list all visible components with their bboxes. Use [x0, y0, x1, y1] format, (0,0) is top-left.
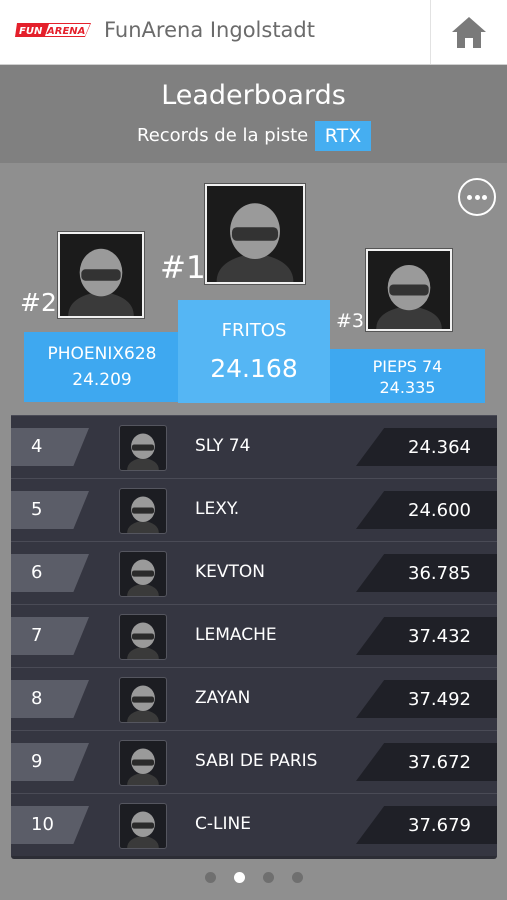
page-dot[interactable] [205, 872, 216, 883]
list-item[interactable]: 8 ZAYAN 37.492 [11, 667, 497, 730]
rank-badge: 5 [11, 491, 89, 529]
podium-third-rank: #3 [336, 310, 365, 332]
rank-badge: 7 [11, 617, 89, 655]
more-options-icon [474, 195, 480, 200]
podium-third-name: PIEPS 74 [372, 357, 443, 376]
more-options-icon [467, 195, 472, 200]
podium-third-avatar [366, 249, 452, 331]
driver-name: KEVTON [195, 562, 266, 582]
podium-third-time: 24.335 [379, 378, 436, 397]
top-bar: FUN ARENA FunArena Ingolstadt [0, 0, 507, 65]
podium-first-rank: #1 [160, 250, 206, 286]
lap-time: 37.679 [408, 815, 471, 836]
podium-second-name: PHOENIX628 [47, 344, 157, 364]
home-button[interactable] [430, 0, 507, 64]
svg-text:FUN: FUN [19, 26, 43, 37]
driver-name: C-LINE [195, 814, 251, 834]
driver-name: LEMACHE [195, 625, 277, 645]
helmet-icon [119, 551, 167, 597]
page-indicator [0, 870, 507, 886]
lap-time: 37.432 [408, 626, 471, 647]
track-subtitle: Records de la piste [137, 125, 309, 146]
helmet-icon [60, 234, 142, 316]
svg-text:ARENA: ARENA [46, 26, 85, 37]
list-item[interactable]: 10 C-LINE 37.679 [11, 793, 497, 856]
podium-second[interactable]: PHOENIX628 24.209 [24, 332, 180, 402]
page-dot[interactable] [263, 872, 274, 883]
page-dot[interactable] [292, 872, 303, 883]
driver-name: SLY 74 [195, 436, 251, 456]
podium-second-time: 24.209 [72, 370, 132, 390]
podium-first[interactable]: FRITOS 24.168 [178, 300, 330, 403]
page-title: Leaderboards [161, 80, 346, 111]
lap-time: 36.785 [408, 563, 471, 584]
helmet-icon [119, 614, 167, 660]
lap-time: 37.672 [408, 752, 471, 773]
driver-name: LEXY. [195, 499, 240, 519]
podium-third[interactable]: PIEPS 74 24.335 [330, 349, 485, 403]
podium-first-time: 24.168 [210, 354, 298, 383]
rank-badge: 10 [11, 806, 89, 844]
funarena-logo: FUN ARENA [15, 23, 91, 37]
helmet-icon [119, 425, 167, 471]
list-item[interactable]: 9 SABI DE PARIS 37.672 [11, 730, 497, 793]
podium-second-rank: #2 [20, 288, 57, 317]
podium-first-name: FRITOS [221, 320, 287, 341]
app-title: FunArena Ingolstadt [104, 18, 315, 42]
lap-time: 24.600 [408, 500, 471, 521]
driver-name: SABI DE PARIS [195, 751, 318, 771]
rank-badge: 8 [11, 680, 89, 718]
rank-badge: 4 [11, 428, 89, 466]
rank-badge: 6 [11, 554, 89, 592]
helmet-icon [119, 677, 167, 723]
helmet-icon [119, 803, 167, 849]
podium-first-avatar [205, 184, 305, 284]
rank-badge: 9 [11, 743, 89, 781]
track-badge[interactable]: RTX [315, 121, 371, 151]
driver-name: ZAYAN [195, 688, 251, 708]
list-item[interactable]: 5 LEXY. 24.600 [11, 478, 497, 541]
helmet-icon [207, 186, 303, 282]
lap-time: 24.364 [408, 437, 471, 458]
more-options-button[interactable] [458, 178, 496, 216]
more-options-icon [482, 195, 487, 200]
leaderboard-list[interactable]: 4 SLY 74 24.364 5 LEXY. 24.600 6 KEVTON … [11, 415, 497, 859]
home-icon [452, 17, 486, 48]
helmet-icon [119, 488, 167, 534]
list-item[interactable]: 7 LEMACHE 37.432 [11, 604, 497, 667]
podium-second-avatar [58, 232, 144, 318]
list-item[interactable]: 6 KEVTON 36.785 [11, 541, 497, 604]
helmet-icon [368, 251, 450, 329]
helmet-icon [119, 740, 167, 786]
list-item[interactable]: 4 SLY 74 24.364 [11, 415, 497, 478]
page-dot-active[interactable] [234, 872, 245, 883]
lap-time: 37.492 [408, 689, 471, 710]
